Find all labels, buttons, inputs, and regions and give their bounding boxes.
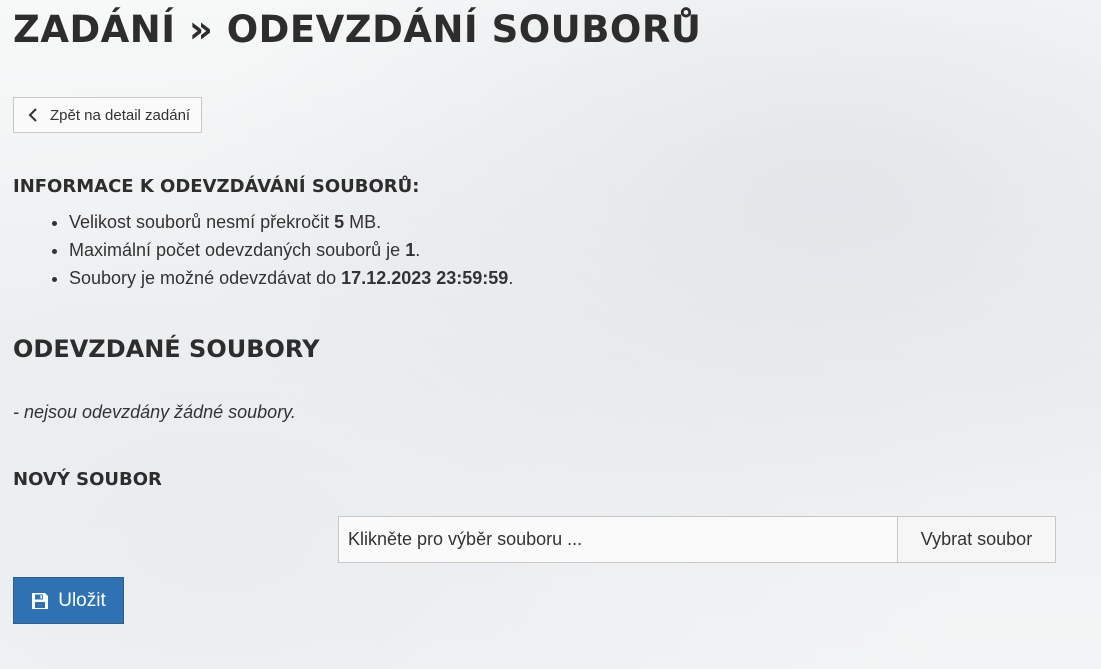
file-path-input[interactable]: [339, 517, 897, 562]
list-item: Velikost souborů nesmí překročit 5 MB.: [69, 208, 1088, 236]
back-button-label: Zpět na detail zadání: [50, 106, 191, 124]
floppy-disk-icon: [32, 592, 49, 609]
info-heading: INFORMACE K ODEVZDÁVÁNÍ SOUBORŮ:: [13, 176, 420, 197]
save-button-label: Uložit: [58, 589, 106, 611]
new-file-heading: NOVÝ SOUBOR: [13, 469, 162, 490]
main-content: ZADÁNÍ » ODEVZDÁNÍ SOUBORŮ Zpět na detai…: [0, 0, 1101, 491]
chevron-left-icon: [28, 108, 37, 122]
save-button[interactable]: Uložit: [13, 577, 124, 624]
back-to-assignment-button[interactable]: Zpět na detail zadání: [13, 97, 203, 133]
page-title: ZADÁNÍ » ODEVZDÁNÍ SOUBORŮ: [13, 8, 702, 51]
info-list: Velikost souborů nesmí překročit 5 MB. M…: [13, 208, 1088, 292]
choose-file-button[interactable]: Vybrat soubor: [897, 517, 1055, 562]
submitted-files-heading: ODEVZDANÉ SOUBORY: [13, 335, 320, 363]
file-picker: Vybrat soubor: [338, 516, 1056, 563]
list-item: Maximální počet odevzdaných souborů je 1…: [69, 236, 1088, 264]
list-item: Soubory je možné odevzdávat do 17.12.202…: [69, 264, 1088, 292]
no-files-message: - nejsou odevzdány žádné soubory.: [13, 402, 296, 422]
